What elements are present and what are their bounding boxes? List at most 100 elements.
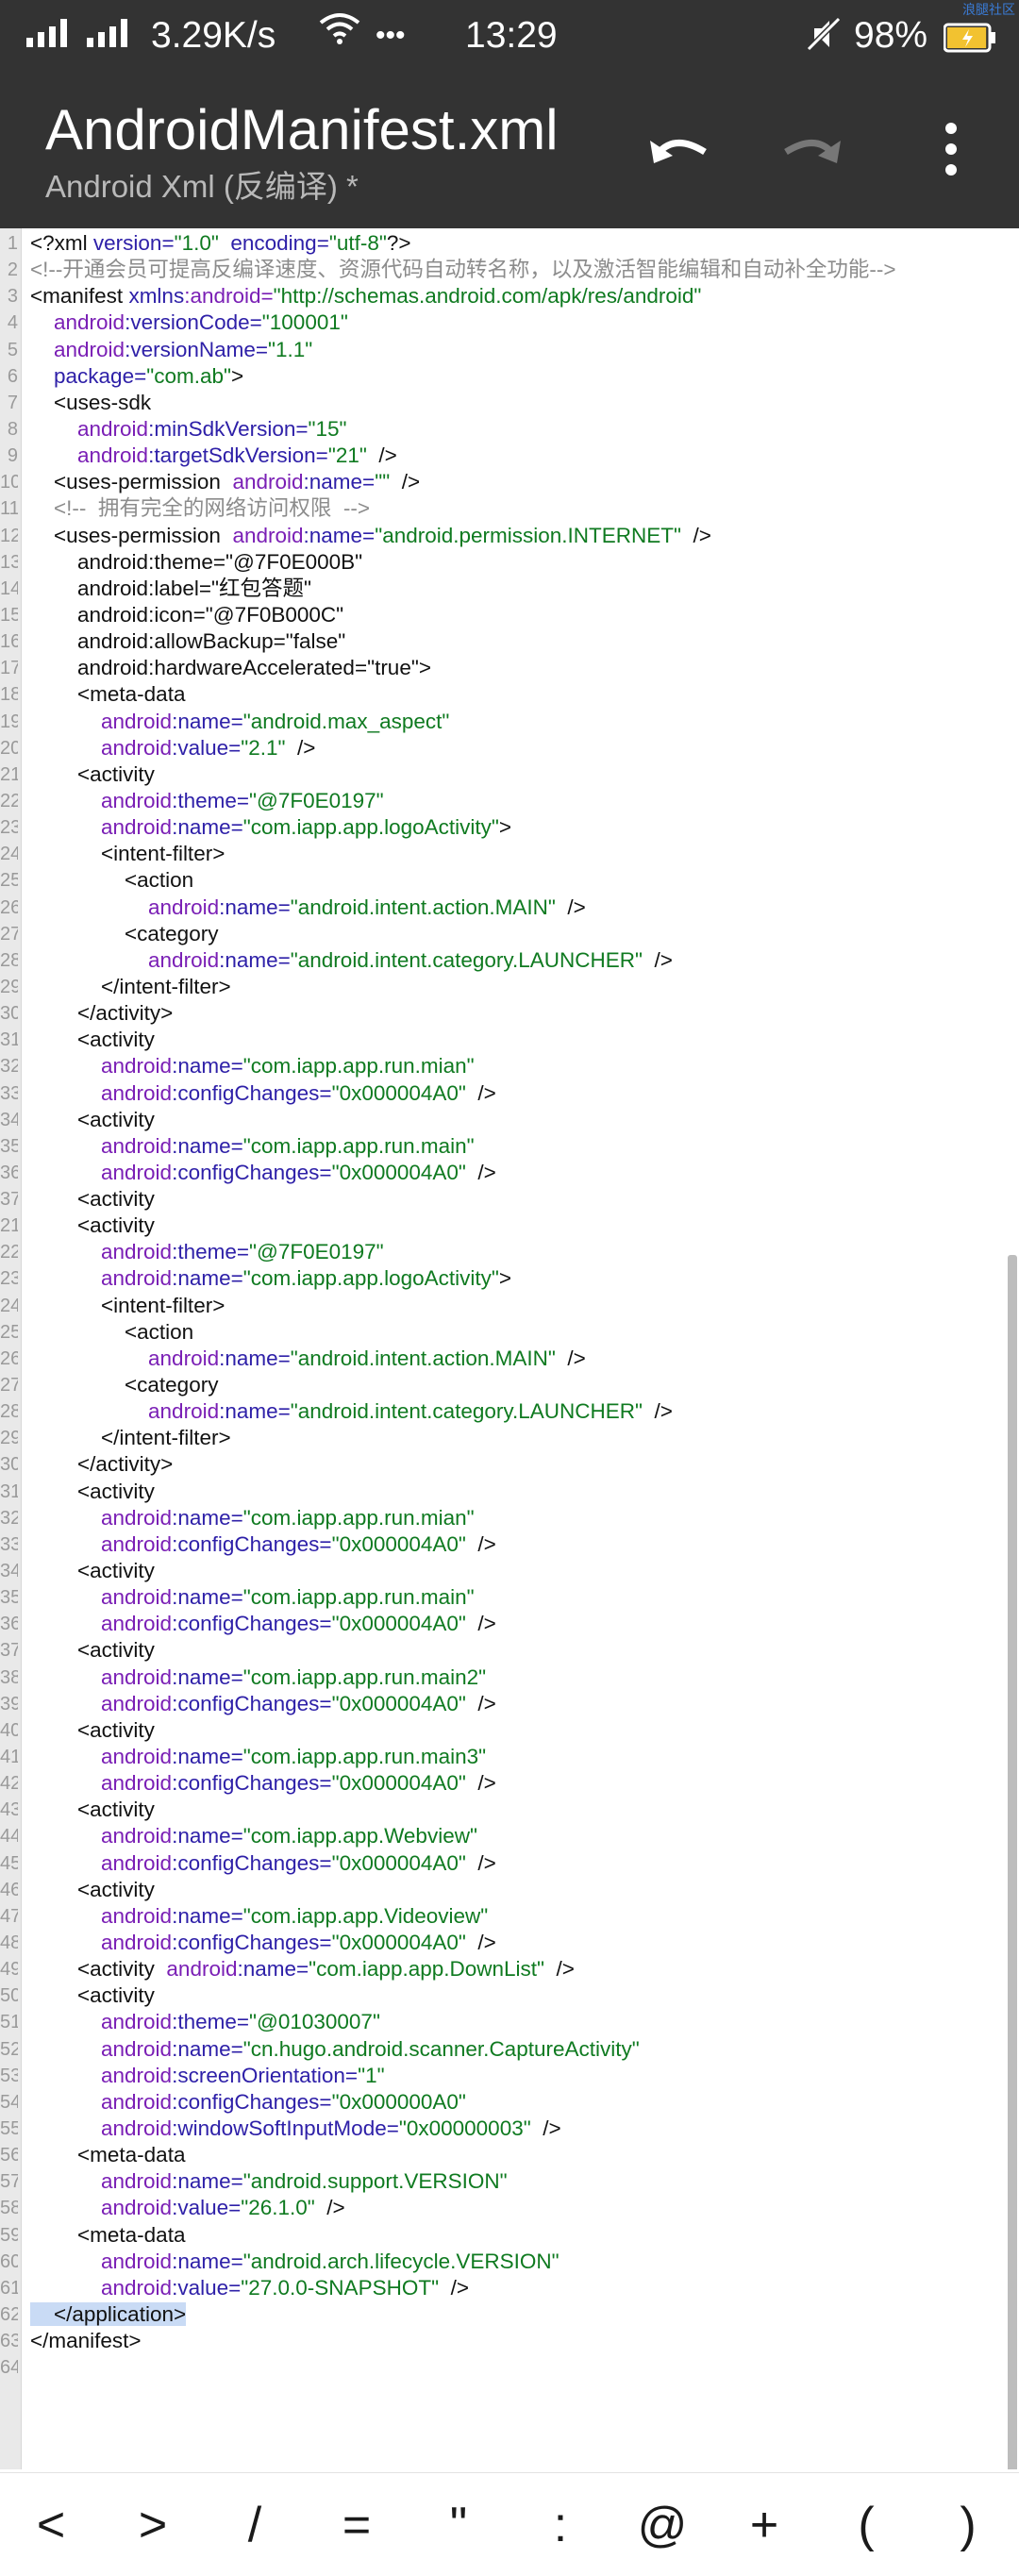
code-line[interactable]: 62 </application>: [0, 2301, 1006, 2328]
code-line[interactable]: 9 android:targetSdkVersion="21" />: [0, 443, 1006, 469]
code-line[interactable]: 14 android:label="红包答题": [0, 576, 1006, 602]
code-line[interactable]: 25 <action: [0, 867, 1006, 894]
symbol-key[interactable]: >: [106, 2473, 200, 2576]
code-line[interactable]: 51 android:theme="@01030007": [0, 2009, 1006, 2035]
code-line[interactable]: 29 </intent-filter>: [0, 1425, 1006, 1451]
code-line[interactable]: 64: [0, 2354, 1006, 2381]
symbol-key[interactable]: (: [819, 2473, 913, 2576]
code-line[interactable]: 21 <activity: [0, 1213, 1006, 1239]
code-line[interactable]: 32 android:name="com.iapp.app.run.mian": [0, 1505, 1006, 1531]
code-line[interactable]: 27 <category: [0, 1372, 1006, 1398]
code-line[interactable]: 7 <uses-sdk: [0, 390, 1006, 416]
code-line[interactable]: 50 <activity: [0, 1982, 1006, 2009]
symbol-key[interactable]: =: [309, 2473, 404, 2576]
code-line[interactable]: 13 android:theme="@7F0E000B": [0, 549, 1006, 576]
code-line[interactable]: 25 <action: [0, 1319, 1006, 1346]
code-line[interactable]: 35 android:name="com.iapp.app.run.main": [0, 1584, 1006, 1611]
code-line[interactable]: 2 <!--开通会员可提高反编译速度、资源代码自动转名称，以及激活智能编辑和自动补…: [0, 257, 1006, 283]
code-line[interactable]: 3 <manifest xmlns:android="http://schemas…: [0, 283, 1006, 309]
symbol-key[interactable]: /: [208, 2473, 302, 2576]
code-line[interactable]: 43 <activity: [0, 1797, 1006, 1823]
code-line[interactable]: 34 <activity: [0, 1558, 1006, 1584]
code-line[interactable]: 31 <activity: [0, 1027, 1006, 1053]
code-line[interactable]: 19 android:name="android.max_aspect": [0, 709, 1006, 735]
code-line[interactable]: 59 <meta-data: [0, 2222, 1006, 2249]
code-line[interactable]: 49 <activity android:name="com.iapp.app.…: [0, 1956, 1006, 1982]
code-line[interactable]: 33 android:configChanges="0x000004A0" />: [0, 1531, 1006, 1558]
code-line[interactable]: 37 <activity: [0, 1186, 1006, 1213]
code-line[interactable]: 20 android:value="2.1" />: [0, 735, 1006, 761]
code-token: android: [101, 1080, 173, 1105]
code-line[interactable]: 24 <intent-filter>: [0, 1293, 1006, 1319]
code-line[interactable]: 26 android:name="android.intent.action.M…: [0, 1346, 1006, 1372]
code-line[interactable]: 39 android:configChanges="0x000004A0" />: [0, 1691, 1006, 1717]
code-line[interactable]: 36 android:configChanges="0x000004A0" />: [0, 1611, 1006, 1637]
code-editor[interactable]: 1 <?xml version="1.0" encoding="utf-8"?> 2…: [0, 228, 1019, 2469]
code-line[interactable]: 31 <activity: [0, 1479, 1006, 1505]
symbol-key[interactable]: +: [717, 2473, 811, 2576]
code-line[interactable]: 8 android:minSdkVersion="15": [0, 416, 1006, 443]
code-line[interactable]: 4 android:versionCode="100001": [0, 309, 1006, 336]
code-line[interactable]: 46 <activity: [0, 1877, 1006, 1903]
code-line[interactable]: 55 android:windowSoftInputMode="0x000000…: [0, 2116, 1006, 2142]
code-line[interactable]: 33 android:configChanges="0x000004A0" />: [0, 1080, 1006, 1107]
code-line[interactable]: 27 <category: [0, 921, 1006, 947]
code-line[interactable]: 63 </manifest>: [0, 2328, 1006, 2354]
code-line[interactable]: 1 <?xml version="1.0" encoding="utf-8"?>: [0, 230, 1006, 257]
code-line[interactable]: 37 <activity: [0, 1637, 1006, 1664]
code-line[interactable]: 22 android:theme="@7F0E0197": [0, 788, 1006, 814]
code-line[interactable]: 12 <uses-permission android:name="androi…: [0, 523, 1006, 549]
code-line[interactable]: 32 android:name="com.iapp.app.run.mian": [0, 1053, 1006, 1079]
code-line[interactable]: 57 android:name="android.support.VERSION…: [0, 2168, 1006, 2195]
code-line[interactable]: 30 </activity>: [0, 1000, 1006, 1027]
code-line[interactable]: 61 android:value="27.0.0-SNAPSHOT" />: [0, 2275, 1006, 2301]
code-line[interactable]: 41 android:name="com.iapp.app.run.main3": [0, 1744, 1006, 1770]
code-line[interactable]: 54 android:configChanges="0x000000A0": [0, 2089, 1006, 2116]
scrollbar-thumb[interactable]: [1008, 1255, 1017, 2469]
code-line[interactable]: 24 <intent-filter>: [0, 841, 1006, 867]
code-line[interactable]: 26 android:name="android.intent.action.M…: [0, 895, 1006, 921]
code-line[interactable]: 22 android:theme="@7F0E0197": [0, 1239, 1006, 1265]
redo-button[interactable]: [774, 111, 849, 187]
overflow-menu-button[interactable]: [913, 111, 989, 187]
code-token: <manifest: [30, 284, 129, 309]
code-line[interactable]: 48 android:configChanges="0x000004A0" />: [0, 1930, 1006, 1956]
line-number: 24: [0, 844, 18, 865]
code-line[interactable]: 34 <activity: [0, 1107, 1006, 1133]
code-line[interactable]: 52 android:name="cn.hugo.android.scanner…: [0, 2036, 1006, 2063]
code-line[interactable]: 11 <!-- 拥有完全的网络访问权限 -->: [0, 495, 1006, 522]
code-line[interactable]: 30 </activity>: [0, 1451, 1006, 1478]
code-line[interactable]: 28 android:name="android.intent.category…: [0, 947, 1006, 974]
code-line[interactable]: 17 android:hardwareAccelerated="true">: [0, 655, 1006, 681]
undo-button[interactable]: [642, 111, 717, 187]
symbol-key[interactable]: :: [513, 2473, 608, 2576]
code-line[interactable]: 23 android:name="com.iapp.app.logoActivi…: [0, 1265, 1006, 1292]
symbol-key[interactable]: ": [411, 2473, 506, 2576]
code-line[interactable]: 18 <meta-data: [0, 681, 1006, 708]
code-line[interactable]: 56 <meta-data: [0, 2142, 1006, 2168]
code-line[interactable]: 42 android:configChanges="0x000004A0" />: [0, 1770, 1006, 1797]
code-line[interactable]: 5 android:versionName="1.1": [0, 337, 1006, 363]
code-line[interactable]: 21 <activity: [0, 761, 1006, 788]
code-line[interactable]: 60 android:name="android.arch.lifecycle.…: [0, 2249, 1006, 2275]
code-line[interactable]: 28 android:name="android.intent.category…: [0, 1398, 1006, 1425]
code-line[interactable]: 10 <uses-permission android:name="" />: [0, 469, 1006, 495]
code-line[interactable]: 40 <activity: [0, 1717, 1006, 1744]
code-token: />: [643, 947, 673, 972]
symbol-key[interactable]: <: [4, 2473, 98, 2576]
code-line[interactable]: 35 android:name="com.iapp.app.run.main": [0, 1133, 1006, 1160]
symbol-key[interactable]: ): [921, 2473, 1015, 2576]
code-line[interactable]: 29 </intent-filter>: [0, 974, 1006, 1000]
code-line[interactable]: 23 android:name="com.iapp.app.logoActivi…: [0, 814, 1006, 841]
code-line[interactable]: 45 android:configChanges="0x000004A0" />: [0, 1850, 1006, 1877]
symbol-key[interactable]: @: [615, 2473, 710, 2576]
code-line[interactable]: 38 android:name="com.iapp.app.run.main2": [0, 1664, 1006, 1691]
code-line[interactable]: 53 android:screenOrientation="1": [0, 2063, 1006, 2089]
code-line[interactable]: 44 android:name="com.iapp.app.Webview": [0, 1823, 1006, 1849]
code-line[interactable]: 58 android:value="26.1.0" />: [0, 2195, 1006, 2221]
code-line[interactable]: 36 android:configChanges="0x000004A0" />: [0, 1160, 1006, 1186]
code-line[interactable]: 15 android:icon="@7F0B000C": [0, 602, 1006, 628]
code-line[interactable]: 16 android:allowBackup="false": [0, 628, 1006, 655]
code-line[interactable]: 6 package="com.ab">: [0, 363, 1006, 390]
code-line[interactable]: 47 android:name="com.iapp.app.Videoview": [0, 1903, 1006, 1930]
